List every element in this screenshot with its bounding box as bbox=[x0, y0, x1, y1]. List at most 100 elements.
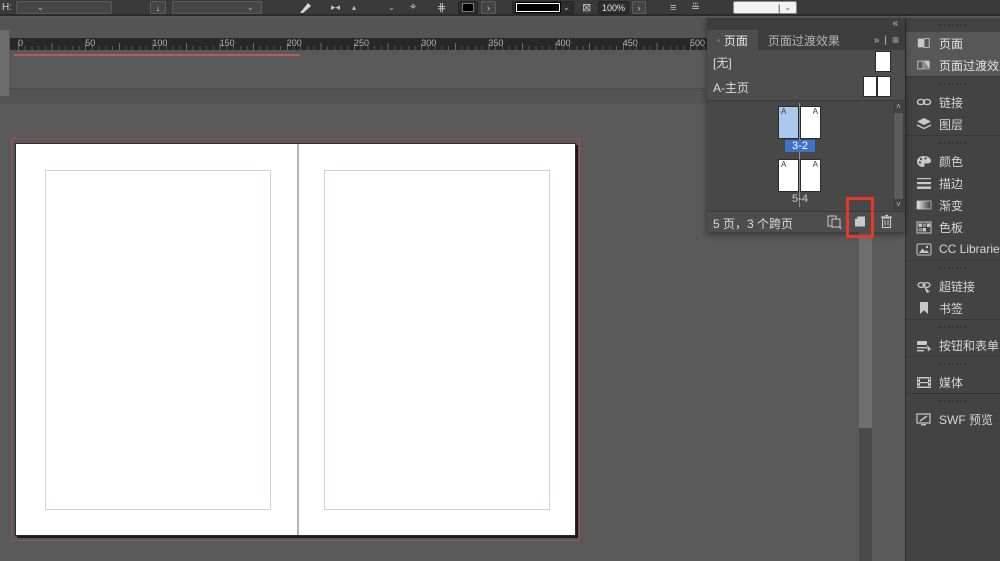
page-transitions-icon bbox=[915, 57, 932, 73]
delete-page-button[interactable] bbox=[876, 214, 896, 231]
panel-menu-icon[interactable]: ≡ bbox=[892, 33, 899, 47]
dock-item-label: 书签 bbox=[939, 300, 963, 317]
dock-item-links[interactable]: 链接 bbox=[906, 91, 1000, 113]
spread-label[interactable]: 5-4 bbox=[785, 193, 815, 205]
preset-combo[interactable]: | ⌄ bbox=[733, 1, 797, 14]
horizontal-ruler[interactable]: 050100150200250300350400450500 bbox=[10, 38, 707, 50]
ruler-tick-label: 400 bbox=[556, 38, 571, 48]
dock-group-grip[interactable] bbox=[906, 357, 1000, 371]
scroll-up-icon[interactable]: ˄ bbox=[893, 102, 904, 112]
master-letter: A bbox=[813, 107, 818, 116]
stroke-swatch[interactable] bbox=[458, 1, 478, 14]
dock-item-label: 渐变 bbox=[939, 197, 963, 214]
swatches-icon bbox=[915, 219, 932, 235]
panel-scrollbar[interactable]: ˄ ˅ bbox=[893, 102, 904, 210]
down-arrow-icon: ↓ bbox=[156, 3, 161, 13]
distribute-icon[interactable]: ⋕ bbox=[437, 1, 446, 14]
panel-dock: 页面页面过渡效果链接图层颜色描边渐变色板 CC Libraries 超链接书签按钮和… bbox=[905, 18, 1000, 561]
gradient-icon bbox=[915, 197, 932, 213]
spread-label[interactable]: 3-2 bbox=[785, 140, 815, 152]
dock-item-label: 色板 bbox=[939, 219, 963, 236]
document-spread[interactable] bbox=[15, 143, 576, 536]
trash-icon bbox=[880, 214, 893, 232]
baseline-icon[interactable]: ≞ bbox=[691, 1, 700, 14]
stroke-options-button[interactable]: › bbox=[481, 1, 496, 14]
dock-group-grip[interactable] bbox=[906, 320, 1000, 334]
master-thumbnail bbox=[863, 76, 877, 97]
layers-icon bbox=[915, 116, 932, 132]
dock-group-grip[interactable] bbox=[906, 18, 1000, 32]
dock-item-color[interactable]: 颜色 bbox=[906, 150, 1000, 172]
dock-item-swatches[interactable]: 色板 bbox=[906, 216, 1000, 238]
ruler-tick-label: 500 bbox=[690, 38, 705, 48]
dock-item-label: 链接 bbox=[939, 94, 963, 111]
dock-group: 按钮和表单 bbox=[906, 319, 1000, 356]
pages-icon bbox=[915, 35, 932, 51]
panel-status-bar: 5 页，3 个跨页 bbox=[707, 211, 905, 232]
page-count-status: 5 页，3 个跨页 bbox=[713, 215, 793, 232]
crossbox-icon[interactable]: ⊠ bbox=[582, 1, 591, 14]
dock-item-bookmarks[interactable]: 书签 bbox=[906, 297, 1000, 319]
ruler-tick-label: 350 bbox=[488, 38, 503, 48]
master-page-row[interactable]: A-主页 bbox=[707, 75, 905, 99]
ruler-tick-label: 250 bbox=[354, 38, 369, 48]
master-letter: A bbox=[781, 107, 786, 116]
panel-scrollbar-thumb[interactable] bbox=[894, 113, 903, 199]
scroll-down-icon[interactable]: ˅ bbox=[893, 200, 904, 210]
page-thumbnail[interactable]: A bbox=[800, 159, 821, 192]
dock-group-grip[interactable] bbox=[906, 261, 1000, 275]
panel-tab-pages[interactable]: ◦页面 bbox=[707, 30, 758, 50]
dock-group-grip[interactable] bbox=[906, 77, 1000, 91]
master-letter: A bbox=[813, 160, 818, 169]
dock-item-label: 页面 bbox=[939, 35, 963, 52]
master-page-label: [无] bbox=[713, 54, 732, 71]
dock-item-gradient[interactable]: 渐变 bbox=[906, 194, 1000, 216]
dock-item-pages[interactable]: 页面 bbox=[906, 32, 1000, 54]
flip-icons[interactable]: ▸◂ bbox=[331, 1, 340, 14]
chevron-down-icon: ⌄ bbox=[247, 4, 254, 12]
paragraph-direction-button[interactable]: ↓ bbox=[150, 1, 166, 14]
chevron-down-icon[interactable]: ⌄ bbox=[388, 1, 395, 14]
dock-item-label: 超链接 bbox=[939, 278, 975, 295]
dock-item-label: 媒体 bbox=[939, 374, 963, 391]
transform-icon[interactable]: ⌖ bbox=[410, 1, 416, 14]
ruler-tick-label: 300 bbox=[421, 38, 436, 48]
collapse-panel-icon[interactable]: « bbox=[892, 18, 897, 29]
dock-group-grip[interactable] bbox=[906, 394, 1000, 408]
overflow-icon[interactable]: » bbox=[874, 35, 880, 46]
dock-item-label: CC Libraries bbox=[939, 242, 1000, 256]
dock-group: 颜色描边渐变色板 CC Libraries bbox=[906, 135, 1000, 260]
page-thumbnail[interactable]: A bbox=[778, 106, 799, 139]
paragraph-style-icon[interactable]: ≡ bbox=[670, 1, 676, 14]
spread-spine bbox=[297, 144, 299, 535]
color-swatch-field[interactable]: ⌄ bbox=[512, 1, 574, 14]
height-field-combo[interactable]: ⌄ bbox=[16, 1, 112, 14]
dock-item-cc-libraries[interactable]: CC Libraries bbox=[906, 238, 1000, 260]
zoom-level-field[interactable]: 100% bbox=[598, 1, 629, 14]
master-page-row[interactable]: [无] bbox=[707, 50, 905, 74]
style-combo[interactable]: ⌄ bbox=[172, 1, 262, 14]
ruler-tick-label: 0 bbox=[18, 38, 23, 48]
scrollbar-thumb[interactable] bbox=[859, 232, 872, 428]
dock-item-stroke[interactable]: 描边 bbox=[906, 172, 1000, 194]
document-vertical-scrollbar[interactable] bbox=[859, 232, 872, 561]
page-thumbnail[interactable]: A bbox=[778, 159, 799, 192]
chevron-down-icon: ⌄ bbox=[37, 4, 44, 12]
vertical-ruler-sliver bbox=[0, 30, 9, 96]
color-icon bbox=[915, 153, 932, 169]
panel-tab-page-transitions[interactable]: 页面过渡效果 bbox=[758, 30, 850, 50]
dock-item-swf-preview[interactable]: SWF 预览 bbox=[906, 408, 1000, 430]
rotate-icon[interactable]: ▴ bbox=[352, 1, 356, 14]
dock-group-grip[interactable] bbox=[906, 136, 1000, 150]
zoom-options-button[interactable]: › bbox=[632, 1, 646, 14]
dock-item-buttons-forms[interactable]: 按钮和表单 bbox=[906, 334, 1000, 356]
annotation-highlight bbox=[846, 197, 874, 238]
dock-item-media[interactable]: 媒体 bbox=[906, 371, 1000, 393]
dock-item-layers[interactable]: 图层 bbox=[906, 113, 1000, 135]
panel-header[interactable]: « bbox=[707, 18, 905, 30]
dock-item-page-transitions[interactable]: 页面过渡效果 bbox=[906, 54, 1000, 76]
page-thumbnail[interactable]: A bbox=[800, 106, 821, 139]
edit-page-size-button[interactable] bbox=[824, 214, 844, 231]
dock-item-hyperlinks[interactable]: 超链接 bbox=[906, 275, 1000, 297]
text-caret: | bbox=[778, 3, 780, 13]
